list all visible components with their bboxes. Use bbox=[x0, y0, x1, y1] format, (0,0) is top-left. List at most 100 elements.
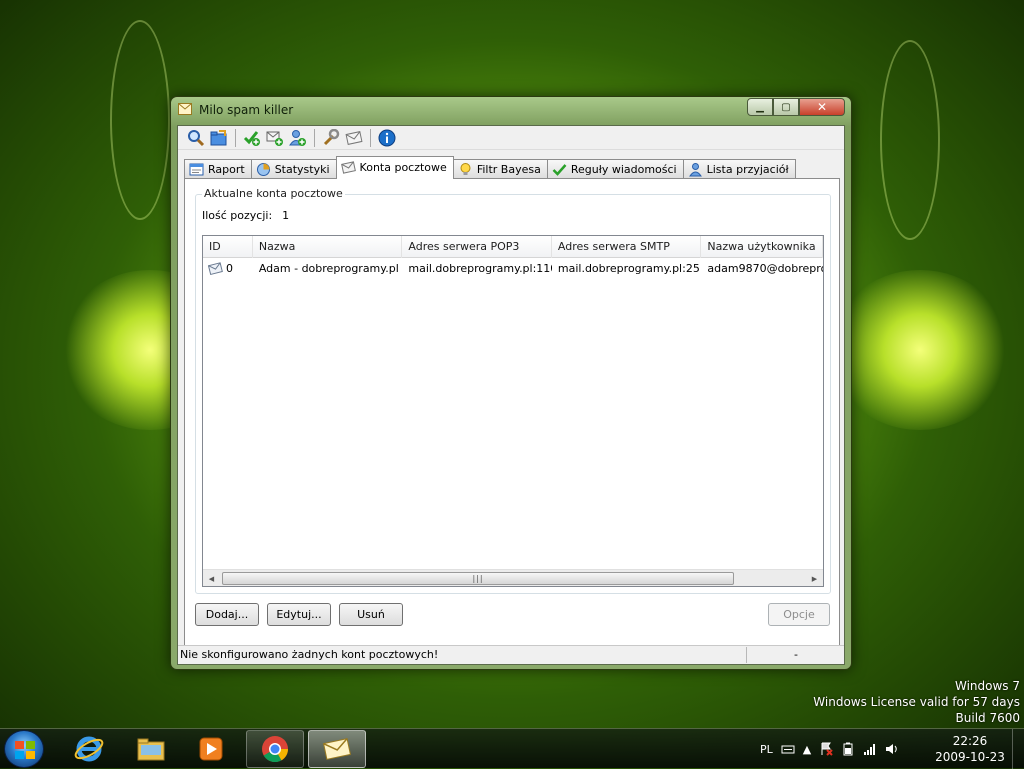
maximize-icon: ▢ bbox=[781, 101, 791, 113]
count-value: 1 bbox=[282, 209, 290, 222]
internet-explorer-icon bbox=[74, 736, 104, 762]
toolbar-info-button[interactable] bbox=[377, 128, 397, 148]
user-icon bbox=[688, 163, 702, 177]
horizontal-scrollbar[interactable]: ◀ ||| ▶ bbox=[203, 569, 823, 586]
mail-icon bbox=[345, 130, 363, 145]
taskbar: PL ▲ 22:26 2009-10-23 bbox=[0, 728, 1024, 769]
status-bar: Nie skonfigurowano żadnych kont pocztowy… bbox=[178, 645, 844, 664]
tab-label: Filtr Bayesa bbox=[476, 163, 541, 176]
column-header-smtp[interactable]: Adres serwera SMTP bbox=[552, 236, 702, 258]
system-tray: PL ▲ bbox=[760, 729, 899, 769]
search-icon bbox=[188, 129, 205, 146]
folder-icon bbox=[137, 738, 165, 761]
accounts-group: Aktualne konta pocztowe Ilość pozycji: 1… bbox=[195, 187, 831, 594]
tab-statystyki[interactable]: Statystyki bbox=[250, 159, 337, 179]
toolbar-separator bbox=[314, 128, 315, 147]
arrow-left-icon: ◀ bbox=[208, 574, 215, 583]
taskbar-media-player[interactable] bbox=[182, 730, 240, 768]
watermark-line: Build 7600 bbox=[955, 711, 1020, 725]
start-button[interactable] bbox=[4, 730, 44, 768]
column-header-name[interactable]: Nazwa bbox=[253, 236, 403, 258]
caption-buttons: ▁ ▢ ✕ bbox=[747, 98, 845, 116]
volume-icon[interactable] bbox=[885, 742, 899, 756]
tab-label: Statystyki bbox=[274, 163, 330, 176]
keyboard-icon[interactable] bbox=[781, 742, 795, 756]
desktop-glow-right bbox=[830, 270, 1010, 430]
power-icon[interactable] bbox=[841, 742, 855, 756]
check-icon bbox=[552, 164, 567, 176]
toolbar-open-button[interactable] bbox=[209, 128, 229, 148]
account-mail-icon bbox=[208, 262, 223, 276]
taskbar-chrome[interactable] bbox=[246, 730, 304, 768]
minimize-button[interactable]: ▁ bbox=[747, 98, 773, 116]
tab-label: Konta pocztowe bbox=[359, 160, 447, 174]
stats-icon bbox=[256, 163, 270, 176]
info-icon bbox=[378, 129, 396, 146]
tab-raport[interactable]: Raport bbox=[184, 159, 252, 179]
window-client-area: Raport Statystyki Konta pocztowe Filtr B… bbox=[177, 125, 845, 665]
tab-label: Lista przyjaciół bbox=[706, 163, 789, 176]
title-bar[interactable]: Milo spam killer ▁ ▢ ✕ bbox=[171, 97, 851, 123]
minimize-icon: ▁ bbox=[756, 101, 764, 113]
tray-expand-icon[interactable]: ▲ bbox=[803, 743, 811, 756]
accounts-list[interactable]: ID Nazwa Adres serwera POP3 Adres serwer… bbox=[202, 235, 824, 587]
toolbar bbox=[178, 126, 844, 150]
table-row[interactable]: 0 Adam - dobreprogramy.pl mail.dobreprog… bbox=[203, 259, 823, 279]
grip-icon: ||| bbox=[472, 574, 484, 583]
add-message-icon bbox=[266, 131, 283, 146]
taskbar-internet-explorer[interactable] bbox=[60, 730, 118, 768]
language-indicator[interactable]: PL bbox=[760, 743, 773, 756]
show-desktop-button[interactable] bbox=[1012, 729, 1024, 769]
toolbar-add-user-button[interactable] bbox=[288, 128, 308, 148]
tab-filtr-bayesa[interactable]: Filtr Bayesa bbox=[452, 159, 548, 179]
network-signal-icon[interactable] bbox=[863, 742, 877, 756]
toolbar-tools-button[interactable] bbox=[321, 128, 341, 148]
tab-lista-przyjaciol[interactable]: Lista przyjaciół bbox=[682, 159, 796, 179]
column-header-id[interactable]: ID bbox=[203, 236, 253, 258]
toolbar-separator bbox=[370, 128, 371, 147]
tab-konta-pocztowe[interactable]: Konta pocztowe bbox=[335, 156, 454, 179]
desktop-swirl bbox=[110, 20, 170, 220]
status-message: Nie skonfigurowano żadnych kont pocztowy… bbox=[180, 648, 439, 661]
cell-smtp: mail.dobreprogramy.pl:25 bbox=[557, 262, 700, 275]
tab-label: Reguły wiadomości bbox=[570, 163, 677, 176]
toolbar-search-button[interactable] bbox=[186, 128, 206, 148]
toolbar-separator bbox=[235, 128, 236, 147]
windows-logo-icon bbox=[15, 741, 35, 759]
cell-id-value: 0 bbox=[226, 262, 233, 275]
scroll-left-button[interactable]: ◀ bbox=[203, 570, 220, 586]
tab-reguly-wiadomosci[interactable]: Reguły wiadomości bbox=[546, 159, 684, 179]
maximize-button[interactable]: ▢ bbox=[773, 98, 799, 116]
close-button[interactable]: ✕ bbox=[799, 98, 845, 116]
column-header-pop3[interactable]: Adres serwera POP3 bbox=[402, 236, 552, 258]
cell-user: adam9870@dobreprogramy.pl bbox=[707, 262, 823, 275]
open-folder-icon bbox=[210, 129, 227, 145]
cell-name: Adam - dobreprogramy.pl bbox=[258, 262, 399, 275]
close-icon: ✕ bbox=[816, 100, 828, 114]
tab-strip: Raport Statystyki Konta pocztowe Filtr B… bbox=[184, 156, 796, 179]
column-header-user[interactable]: Nazwa użytkownika bbox=[701, 236, 823, 258]
scroll-thumb[interactable]: ||| bbox=[222, 572, 734, 585]
toolbar-add-account-button[interactable] bbox=[242, 128, 262, 148]
clock[interactable]: 22:26 2009-10-23 bbox=[930, 733, 1010, 765]
watermark-line: Windows 7 bbox=[954, 679, 1020, 693]
media-player-icon bbox=[199, 737, 223, 761]
arrow-right-icon: ▶ bbox=[811, 574, 818, 583]
options-button[interactable]: Opcje bbox=[768, 603, 830, 626]
add-account-icon bbox=[243, 130, 260, 146]
taskbar-milo-spam-killer[interactable] bbox=[308, 730, 366, 768]
toolbar-mail-button[interactable] bbox=[344, 128, 364, 148]
toolbar-add-message-button[interactable] bbox=[265, 128, 285, 148]
remove-account-button[interactable]: Usuń bbox=[339, 603, 403, 626]
scroll-right-button[interactable]: ▶ bbox=[806, 570, 823, 586]
add-account-button[interactable]: Dodaj... bbox=[195, 603, 259, 626]
watermark-line: Windows License valid for 57 days bbox=[813, 695, 1020, 709]
action-center-icon[interactable] bbox=[819, 742, 833, 756]
status-divider bbox=[746, 647, 747, 663]
chrome-icon bbox=[262, 736, 289, 763]
taskbar-explorer[interactable] bbox=[122, 730, 180, 768]
report-icon bbox=[189, 163, 204, 176]
edit-account-button[interactable]: Edytuj... bbox=[267, 603, 331, 626]
envelope-icon bbox=[178, 103, 192, 115]
group-title: Aktualne konta pocztowe bbox=[202, 187, 345, 200]
